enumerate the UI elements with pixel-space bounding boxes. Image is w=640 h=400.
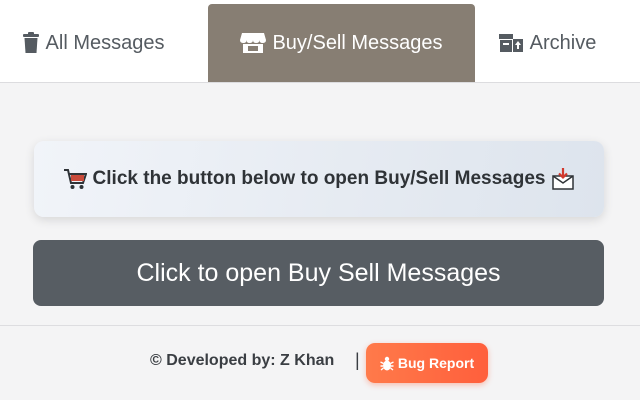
bug-report-label: Bug Report <box>397 355 475 371</box>
tab-buy-sell-messages-label: Buy/Sell Messages <box>272 31 443 54</box>
tab-bar: All Messages Buy/Sell Messages Archive <box>0 0 640 83</box>
main-content: Click the button below to open Buy/Sell … <box>0 83 640 325</box>
app-window: All Messages Buy/Sell Messages Archive C… <box>0 0 640 400</box>
footer-separator: | <box>355 350 360 370</box>
shopping-cart-icon <box>63 168 87 190</box>
tab-all-messages[interactable]: All Messages <box>10 4 176 82</box>
store-icon <box>240 32 267 54</box>
info-card: Click the button below to open Buy/Sell … <box>34 141 604 217</box>
info-text: Click the button below to open Buy/Sell … <box>92 168 546 189</box>
archive-box-icon <box>498 32 524 54</box>
tab-archive-label: Archive <box>529 31 597 54</box>
tab-archive[interactable]: Archive <box>488 4 606 82</box>
open-buy-sell-button[interactable]: Click to open Buy Sell Messages <box>33 240 604 306</box>
footer: © Developed by: Z Khan | Bug Report <box>0 325 640 400</box>
developer-credit: © Developed by: Z Khan <box>150 352 335 369</box>
bug-report-button[interactable]: Bug Report <box>366 343 488 383</box>
inbox-download-icon <box>551 167 575 191</box>
tab-buy-sell-messages[interactable]: Buy/Sell Messages <box>208 4 475 82</box>
tab-all-messages-label: All Messages <box>45 31 165 54</box>
bug-icon <box>380 356 394 371</box>
trash-icon <box>22 32 40 54</box>
